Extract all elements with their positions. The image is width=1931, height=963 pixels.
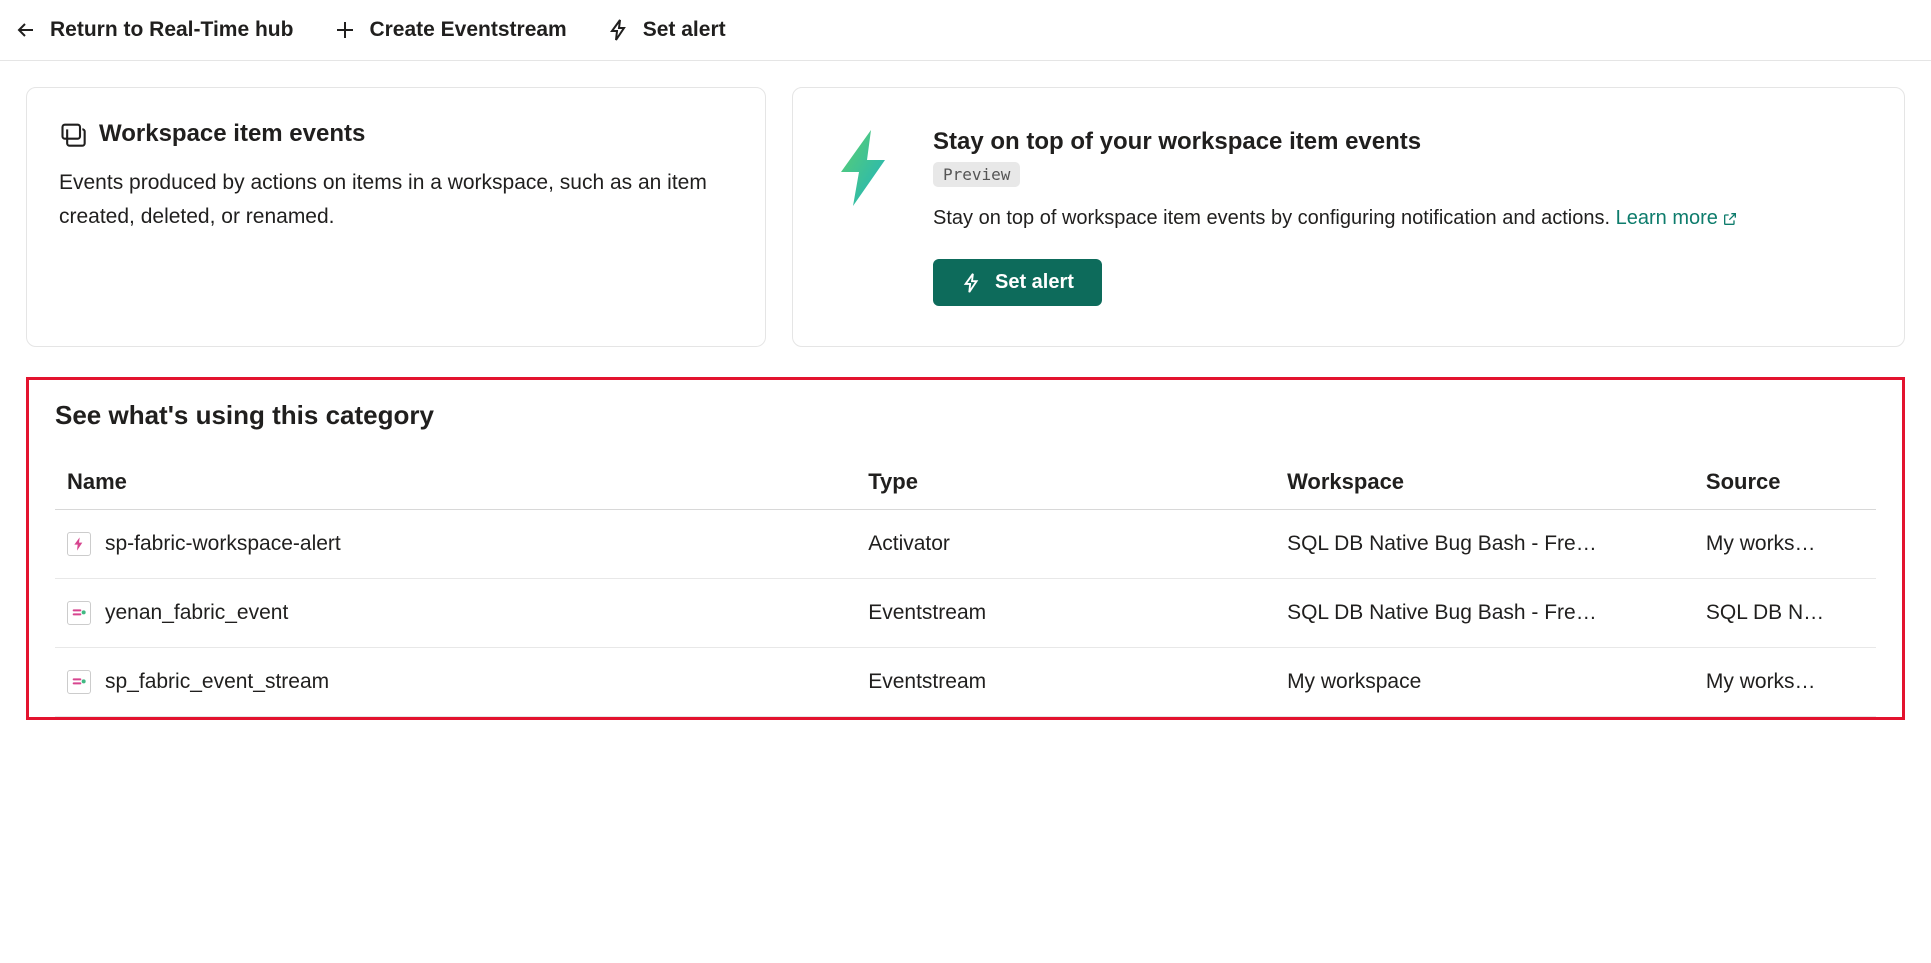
return-button[interactable]: Return to Real-Time hub (14, 18, 293, 42)
row-type: Eventstream (856, 579, 1275, 648)
create-eventstream-button[interactable]: Create Eventstream (333, 18, 566, 42)
row-source: SQL DB N… (1694, 579, 1876, 648)
top-toolbar: Return to Real-Time hub Create Eventstre… (0, 0, 1931, 61)
promo-lightning-icon (833, 128, 893, 208)
set-alert-button[interactable]: Set alert (933, 259, 1102, 306)
promo-description: Stay on top of workspace item events by … (933, 203, 1864, 233)
row-source: My works… (1694, 510, 1876, 579)
col-header-name[interactable]: Name (55, 455, 856, 510)
activator-icon (67, 532, 91, 556)
external-link-icon (1722, 211, 1738, 227)
set-alert-toolbar-button[interactable]: Set alert (607, 18, 726, 42)
preview-badge: Preview (933, 162, 1020, 187)
arrow-left-icon (14, 18, 38, 42)
info-card-description: Events produced by actions on items in a… (59, 166, 733, 233)
plus-icon (333, 18, 357, 42)
return-label: Return to Real-Time hub (50, 18, 293, 42)
create-label: Create Eventstream (369, 18, 566, 42)
table-row[interactable]: sp_fabric_event_stream Eventstream My wo… (55, 648, 1876, 717)
col-header-type[interactable]: Type (856, 455, 1275, 510)
row-workspace: My workspace (1275, 648, 1694, 717)
row-name: sp-fabric-workspace-alert (105, 532, 341, 556)
row-workspace: SQL DB Native Bug Bash - Fre… (1275, 579, 1694, 648)
usage-table: Name Type Workspace Source sp-fabric-wor… (55, 455, 1876, 717)
info-card: Workspace item events Events produced by… (26, 87, 766, 347)
row-workspace: SQL DB Native Bug Bash - Fre… (1275, 510, 1694, 579)
lightning-icon (607, 18, 631, 42)
learn-more-link[interactable]: Learn more (1616, 207, 1738, 229)
col-header-source[interactable]: Source (1694, 455, 1876, 510)
col-header-workspace[interactable]: Workspace (1275, 455, 1694, 510)
eventstream-icon (67, 601, 91, 625)
row-name: sp_fabric_event_stream (105, 670, 329, 694)
promo-title: Stay on top of your workspace item event… (933, 128, 1864, 156)
eventstream-icon (67, 670, 91, 694)
row-source: My works… (1694, 648, 1876, 717)
row-name: yenan_fabric_event (105, 601, 288, 625)
row-type: Activator (856, 510, 1275, 579)
usage-section-title: See what's using this category (55, 400, 1876, 431)
main-content: Workspace item events Events produced by… (0, 61, 1931, 746)
cards-row: Workspace item events Events produced by… (26, 87, 1905, 347)
row-type: Eventstream (856, 648, 1275, 717)
alert-label: Set alert (643, 18, 726, 42)
lightning-icon (961, 272, 983, 294)
workspace-icon (59, 120, 87, 148)
usage-section: See what's using this category Name Type… (26, 377, 1905, 720)
promo-card: Stay on top of your workspace item event… (792, 87, 1905, 347)
table-row[interactable]: yenan_fabric_event Eventstream SQL DB Na… (55, 579, 1876, 648)
table-row[interactable]: sp-fabric-workspace-alert Activator SQL … (55, 510, 1876, 579)
info-card-title: Workspace item events (99, 120, 365, 148)
